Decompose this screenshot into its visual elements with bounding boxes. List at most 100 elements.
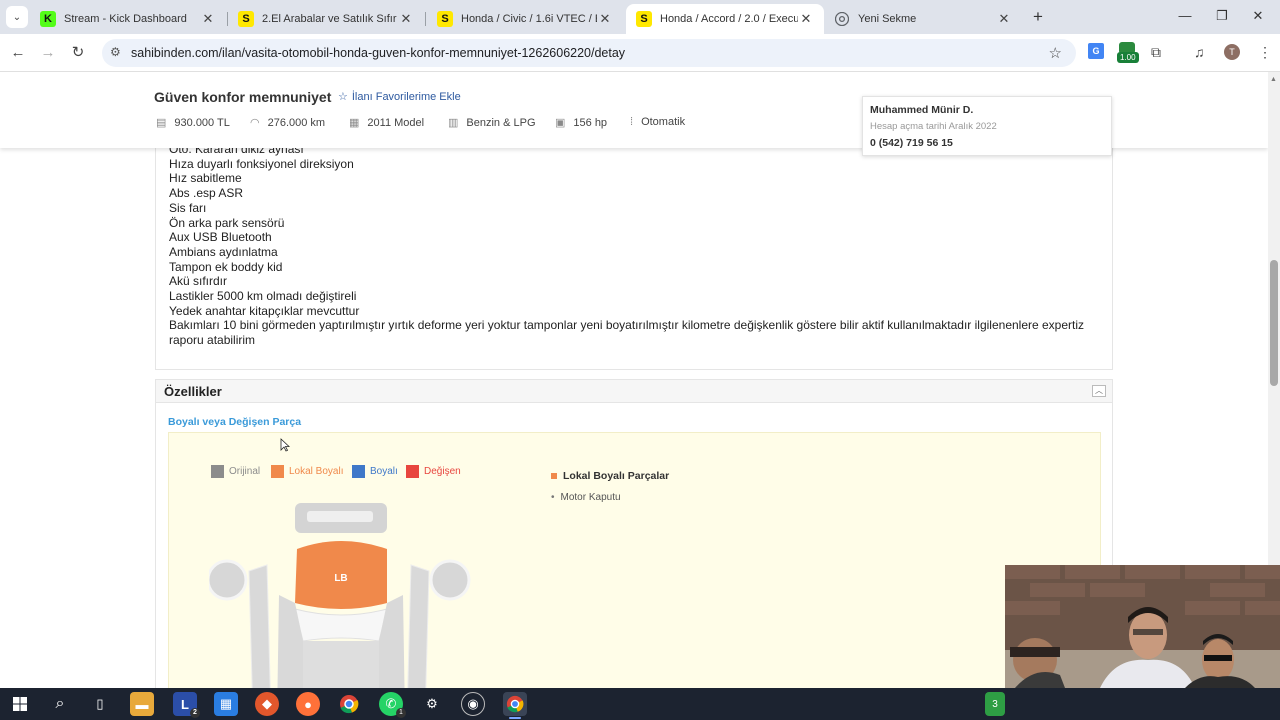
address-bar[interactable]: ⚙ sahibinden.com/ilan/vasita-otomobil-ho…	[102, 39, 1076, 67]
description-line: Bakımları 10 bini görmeden yaptırılmıştı…	[169, 318, 1085, 348]
part-name: Motor Kaputu	[560, 492, 621, 503]
sahibinden-icon: S	[437, 11, 453, 27]
car-diagram: LB	[209, 503, 471, 688]
tab-honda-accord[interactable]: S Honda / Accord / 2.0 / Executiv ✕	[626, 4, 824, 34]
tab-sahibinden-list[interactable]: S 2.El Arabalar ve Satılık Sıfır Km ✕	[228, 4, 424, 34]
fact-year: ▦ 2011 Model	[349, 116, 424, 129]
left-doors[interactable]	[277, 595, 303, 688]
forward-arrow-icon[interactable]: →	[38, 43, 58, 63]
legend-swatch	[352, 465, 365, 478]
fact-price: ▤ 930.000 TL	[156, 116, 230, 129]
description-line: Yedek anahtar kitapçıklar mevcuttur	[169, 303, 360, 318]
chrome-icon[interactable]	[337, 692, 361, 716]
description-line: Tampon ek boddy kid	[169, 259, 283, 274]
fact-km: ◠ 276.000 km	[250, 116, 325, 129]
description-box: Oto. Kararan dikiz aynası Hıza duyarlı f…	[155, 132, 1113, 370]
tab-title: Stream - Kick Dashboard	[64, 13, 187, 25]
seller-card: Muhammed Münir D. Hesap açma tarihi Aral…	[862, 96, 1112, 156]
store-icon[interactable]: ▦	[214, 692, 238, 716]
menu-kebab-icon[interactable]: ⋮	[1258, 44, 1272, 61]
media-control-icon[interactable]: ♫	[1194, 44, 1205, 60]
chrome-active-icon[interactable]	[503, 692, 527, 719]
kick-icon: K	[40, 11, 56, 27]
close-icon[interactable]: ✕	[996, 11, 1012, 27]
tab-honda-civic[interactable]: S Honda / Civic / 1.6i VTEC / Eco ✕	[427, 4, 623, 34]
back-arrow-icon[interactable]: ←	[8, 43, 28, 63]
windows-start-icon[interactable]	[8, 692, 32, 716]
reload-icon[interactable]: ↻	[68, 43, 88, 63]
parts-list-item: • Motor Kaputu	[551, 492, 621, 503]
bookmark-star-icon[interactable]: ☆	[1049, 44, 1062, 62]
restore-icon[interactable]: ❐	[1212, 8, 1232, 24]
description-line: Ön arka park sensörü	[169, 215, 285, 230]
local-painted-parts-heading: Lokal Boyalı Parçalar	[551, 470, 669, 482]
firefox-icon[interactable]: ●	[296, 692, 320, 716]
profile-avatar[interactable]: T	[1224, 44, 1240, 60]
search-icon[interactable]: ⌕	[48, 692, 72, 716]
settings-gear-icon[interactable]: ⚙	[420, 692, 444, 716]
extension-badge: 1.00	[1117, 52, 1139, 63]
left-front-fender[interactable]	[248, 564, 271, 688]
close-icon[interactable]: ✕	[798, 11, 814, 27]
left-front-wheel	[209, 559, 248, 601]
fact-gearbox-value: Otomatik	[641, 116, 686, 128]
tab-new-tab[interactable]: Yeni Sekme ✕	[824, 4, 1022, 34]
calendar-icon: ▦	[349, 117, 360, 129]
scrollbar-thumb[interactable]	[1270, 260, 1278, 386]
url-text[interactable]: sahibinden.com/ilan/vasita-otomobil-hond…	[131, 46, 625, 60]
star-outline-icon: ☆	[338, 91, 348, 103]
browser-toolbar: ← → ↻ ⚙ sahibinden.com/ilan/vasita-otomo…	[0, 34, 1280, 72]
app-badge: 2	[190, 708, 200, 718]
brave-icon[interactable]: ◆	[255, 692, 279, 716]
translate-icon[interactable]: G	[1088, 43, 1104, 59]
close-icon[interactable]: ✕	[597, 11, 613, 27]
fact-gearbox: ⁞ Otomatik	[630, 116, 685, 128]
add-to-favorites-label: İlanı Favorilerime Ekle	[351, 91, 461, 103]
whatsapp-icon[interactable]: ✆ 1	[379, 692, 406, 718]
seller-account-date: Hesap açma tarihi Aralık 2022	[870, 121, 997, 132]
chrome-icon	[834, 11, 850, 27]
fact-fuel: ▥ Benzin & LPG	[448, 116, 536, 129]
legend-original: Orijinal	[211, 465, 260, 478]
tab-kick-dashboard[interactable]: K Stream - Kick Dashboard ✕	[30, 4, 226, 34]
seller-phone[interactable]: 0 (542) 719 56 15	[870, 137, 953, 149]
tab-title: Yeni Sekme	[858, 13, 917, 25]
fact-km-value: 276.000 km	[267, 117, 326, 129]
seller-name[interactable]: Muhammed Münir D.	[870, 104, 973, 116]
sahibinden-icon: S	[636, 11, 652, 27]
tab-search-button[interactable]: ⌄	[6, 6, 28, 28]
roof[interactable]	[303, 641, 379, 688]
legend-label: Lokal Boyalı	[289, 466, 344, 477]
fact-power-value: 156 hp	[573, 117, 608, 129]
legend-label: Boyalı	[370, 466, 398, 477]
collapse-chevron-icon[interactable]: ︿	[1092, 385, 1106, 397]
description-line: Abs .esp ASR	[169, 186, 244, 201]
features-body: Boyalı veya Değişen Parça Orijinal Lokal…	[155, 403, 1113, 688]
close-icon[interactable]: ✕	[398, 11, 414, 27]
description-text: Oto. Kararan dikiz aynası Hıza duyarlı f…	[169, 142, 1104, 348]
fact-year-value: 2011 Model	[367, 117, 425, 129]
extensions-puzzle-icon[interactable]: ⧉	[1151, 44, 1161, 61]
window-close-icon[interactable]: ✕	[1248, 8, 1268, 24]
features-title: Özellikler	[164, 384, 222, 399]
close-icon[interactable]: ✕	[200, 11, 216, 27]
task-view-icon[interactable]: ▯	[88, 692, 112, 716]
file-explorer-icon[interactable]: ▬	[130, 692, 154, 716]
add-to-favorites-link[interactable]: ☆ İlanı Favorilerime Ekle	[338, 90, 461, 103]
engine-icon: ▣	[555, 117, 566, 129]
right-front-fender[interactable]	[407, 564, 430, 688]
description-line: Ambians aydınlatma	[169, 244, 278, 259]
system-tray-app-icon[interactable]: 3	[985, 692, 1005, 716]
obs-icon[interactable]: ◉	[461, 692, 485, 716]
scroll-up-icon[interactable]: ▲	[1270, 76, 1277, 83]
new-tab-plus-icon[interactable]: +	[1028, 8, 1048, 26]
minimize-icon[interactable]: —	[1175, 8, 1195, 23]
painted-parts-panel: Orijinal Lokal Boyalı Boyalı Değişen Lok…	[168, 432, 1101, 688]
right-doors[interactable]	[379, 595, 405, 688]
legend-painted: Boyalı	[352, 465, 398, 478]
features-header[interactable]: Özellikler ︿	[155, 379, 1113, 403]
lenovo-app-icon[interactable]: L2	[173, 692, 200, 718]
webcam-overlay	[1005, 565, 1280, 688]
orange-square-icon	[551, 473, 557, 480]
site-info-icon[interactable]: ⚙	[110, 45, 121, 59]
